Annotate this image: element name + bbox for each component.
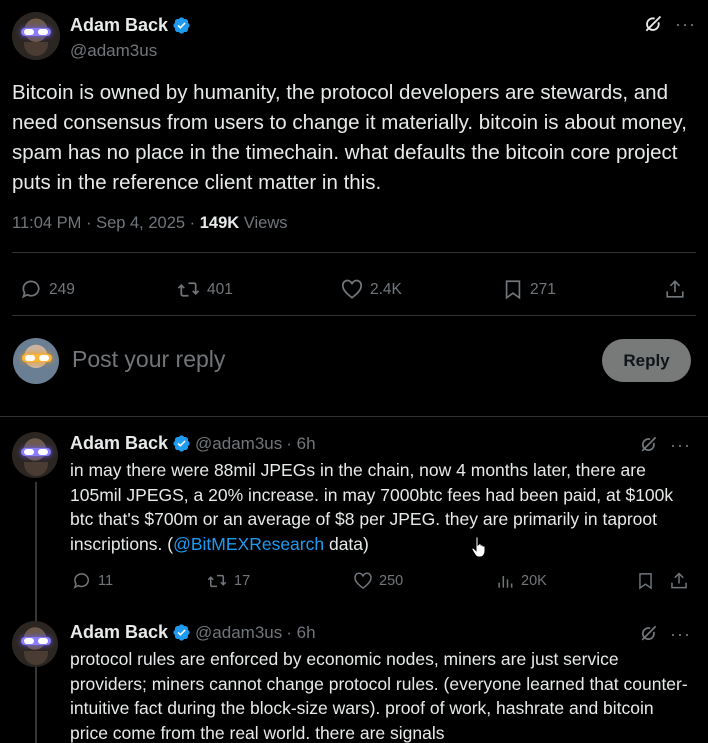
- reply-time[interactable]: · 6h: [286, 434, 315, 454]
- verified-badge-icon: [173, 17, 190, 34]
- verified-badge-icon: [173, 435, 190, 452]
- reply-text: in may there were 88mil JPEGs in the cha…: [70, 458, 696, 556]
- author-avatar[interactable]: [12, 12, 60, 60]
- reply-icon: [73, 573, 89, 589]
- mention-link[interactable]: @BitMEXResearch: [173, 534, 324, 554]
- author-handle[interactable]: @adam3us: [70, 41, 157, 61]
- tweet-timestamp[interactable]: 11:04 PM · Sep 4, 2025 ·: [12, 214, 200, 232]
- reply-action[interactable]: 11: [72, 571, 113, 591]
- reply-time[interactable]: · 6h: [286, 623, 315, 643]
- reply-author-avatar[interactable]: [12, 432, 58, 478]
- like-icon: [354, 572, 372, 590]
- bookmark-action[interactable]: [636, 571, 655, 591]
- grok-icon[interactable]: [643, 14, 663, 34]
- bookmark-icon: [639, 573, 652, 590]
- avatar-beard: [24, 462, 48, 476]
- avatar-beard: [24, 42, 48, 56]
- share-action[interactable]: [669, 571, 689, 591]
- more-dots-icon[interactable]: ···: [675, 15, 696, 33]
- reply-submit-button[interactable]: Reply: [602, 339, 691, 382]
- reply-author-avatar[interactable]: [12, 621, 58, 667]
- share-icon: [666, 280, 684, 298]
- repost-icon: [177, 282, 200, 297]
- reply-composer-input[interactable]: Post your reply: [72, 346, 225, 373]
- more-dots-icon[interactable]: ···: [670, 436, 691, 454]
- avatar-beard: [24, 651, 48, 665]
- grok-icon[interactable]: [639, 624, 658, 643]
- verified-badge-icon: [173, 624, 190, 641]
- reply-count: 11: [98, 573, 114, 589]
- reply-icon: [21, 280, 40, 299]
- views-count: 149K: [199, 214, 240, 232]
- like-icon: [341, 279, 363, 299]
- like-action[interactable]: 2.4K: [340, 278, 402, 301]
- share-icon: [671, 572, 687, 589]
- reply-author-name[interactable]: Adam Back: [70, 433, 168, 454]
- author-display-name[interactable]: Adam Back: [70, 15, 168, 36]
- avatar-glowing-eyes: [21, 448, 51, 456]
- avatar-glowing-eyes: [22, 354, 52, 362]
- main-tweet-header: Adam Back @adam3us ···: [12, 12, 696, 64]
- reply-top-actions: ···: [639, 435, 691, 454]
- reply-author-row: Adam Back @adam3us · 6h: [70, 433, 316, 454]
- reply-author-handle[interactable]: @adam3us: [195, 623, 282, 643]
- reply-author-row: Adam Back @adam3us · 6h: [70, 622, 316, 643]
- main-tweet-text: Bitcoin is owned by humanity, the protoc…: [12, 81, 687, 194]
- views-action[interactable]: 20K: [495, 571, 547, 591]
- divider: [0, 416, 708, 417]
- bookmark-action[interactable]: 271: [502, 278, 556, 301]
- thread-connector-line: [35, 482, 37, 743]
- like-count: 2.4K: [370, 280, 402, 298]
- tweet-detail-page: Adam Back @adam3us ··· Bitcoin is owned …: [0, 0, 708, 743]
- repost-count: 401: [207, 280, 233, 298]
- grok-icon[interactable]: [639, 435, 658, 454]
- tweet-top-actions: ···: [643, 14, 696, 34]
- divider: [12, 315, 696, 316]
- share-action[interactable]: [664, 278, 686, 301]
- reply-top-actions: ···: [639, 624, 691, 643]
- repost-icon: [207, 574, 227, 588]
- repost-action[interactable]: 17: [206, 571, 250, 591]
- hand-cursor-icon: [471, 536, 486, 558]
- views-label: Views: [239, 214, 288, 232]
- tweet-timestamp-views: 11:04 PM · Sep 4, 2025 · 149K Views: [12, 214, 288, 233]
- divider: [12, 252, 696, 253]
- reply-author-name[interactable]: Adam Back: [70, 622, 168, 643]
- views-count: 20K: [521, 573, 547, 589]
- views-icon: [498, 576, 513, 588]
- reply-text-main: in may there were 88mil JPEGs in the cha…: [70, 460, 674, 554]
- author-name-row: Adam Back: [70, 15, 191, 36]
- like-count: 250: [379, 573, 404, 589]
- repost-count: 17: [234, 573, 251, 589]
- reply-action[interactable]: 249: [20, 278, 75, 301]
- reply-author-handle[interactable]: @adam3us: [195, 434, 282, 454]
- current-user-avatar[interactable]: [13, 338, 59, 384]
- bookmark-count: 271: [530, 280, 556, 298]
- reply-text-tail: data): [324, 533, 369, 554]
- avatar-glowing-eyes: [21, 28, 51, 36]
- reply-text: protocol rules are enforced by economic …: [70, 649, 688, 743]
- repost-action[interactable]: 401: [176, 278, 233, 301]
- bookmark-icon: [505, 280, 521, 300]
- like-action[interactable]: 250: [353, 571, 403, 591]
- avatar-glowing-eyes: [21, 637, 51, 645]
- more-dots-icon[interactable]: ···: [670, 625, 691, 643]
- reply-count: 249: [49, 280, 75, 298]
